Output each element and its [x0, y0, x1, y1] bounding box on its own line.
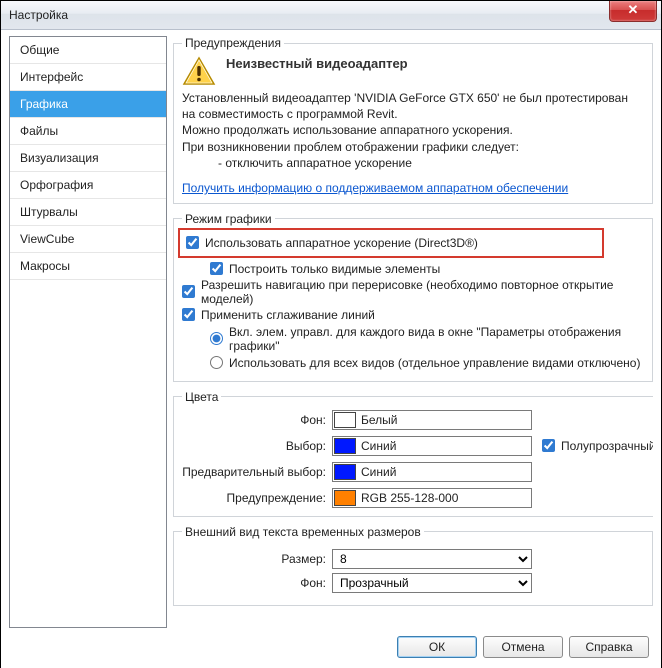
sidebar-item-macros[interactable]: Макросы: [10, 253, 166, 280]
aa-all-views-label: Использовать для всех видов (отдельное у…: [229, 356, 640, 370]
nav-redraw-checkbox[interactable]: [182, 285, 195, 298]
bg-color-label: Фон:: [182, 413, 332, 427]
temp-text-legend: Внешний вид текста временных размеров: [182, 525, 424, 539]
temp-text-group: Внешний вид текста временных размеров Ра…: [173, 525, 653, 606]
sidebar-item-steering[interactable]: Штурвалы: [10, 199, 166, 226]
supported-hardware-link[interactable]: Получить информацию о поддерживаемом апп…: [182, 181, 568, 195]
warning-icon: [182, 56, 216, 86]
colors-legend: Цвета: [182, 390, 221, 404]
semitransparent-checkbox[interactable]: [542, 439, 555, 452]
size-combo[interactable]: 8: [332, 549, 532, 569]
temp-bg-label: Фон:: [182, 576, 332, 590]
sidebar-item-files[interactable]: Файлы: [10, 118, 166, 145]
category-sidebar: Общие Интерфейс Графика Файлы Визуализац…: [9, 36, 167, 628]
sidebar-item-render[interactable]: Визуализация: [10, 145, 166, 172]
preselection-color-picker[interactable]: Синий: [332, 462, 532, 482]
help-button[interactable]: Справка: [569, 636, 649, 658]
nav-redraw-label: Разрешить навигацию при перерисовке (нео…: [201, 278, 644, 306]
dialog-footer: ОК Отмена Справка: [1, 630, 661, 668]
colors-group: Цвета Фон: Белый Выбор: Синий: [173, 390, 653, 517]
preselection-color-label: Предварительный выбор:: [182, 465, 332, 479]
sidebar-item-ui[interactable]: Интерфейс: [10, 64, 166, 91]
close-icon: ✕: [628, 2, 639, 17]
alert-color-swatch: [334, 490, 356, 506]
sidebar-item-graphics[interactable]: Графика: [10, 91, 166, 118]
size-label: Размер:: [182, 552, 332, 566]
hw-accel-highlight: Использовать аппаратное ускорение (Direc…: [178, 228, 604, 258]
antialias-label: Применить сглаживание линий: [201, 308, 375, 322]
settings-dialog: Настройка ✕ Общие Интерфейс Графика Файл…: [0, 0, 662, 668]
window-title: Настройка: [9, 8, 68, 22]
close-button[interactable]: ✕: [609, 1, 657, 22]
warning-text: Установленный видеоадаптер 'NVIDIA GeFor…: [182, 90, 644, 171]
warnings-group: Предупреждения Неизвестный видеоадапте: [173, 36, 653, 204]
bg-color-picker[interactable]: Белый: [332, 410, 532, 430]
hw-accel-checkbox[interactable]: [186, 236, 199, 249]
selection-color-label: Выбор:: [182, 439, 332, 453]
semitransparent-label: Полупрозрачный: [561, 439, 653, 453]
warnings-legend: Предупреждения: [182, 36, 284, 50]
preselection-color-swatch: [334, 464, 356, 480]
ok-button[interactable]: ОК: [397, 636, 477, 658]
cancel-button[interactable]: Отмена: [483, 636, 563, 658]
content-pane: Предупреждения Неизвестный видеоадапте: [173, 36, 653, 628]
sidebar-item-viewcube[interactable]: ViewCube: [10, 226, 166, 253]
aa-per-view-label: Вкл. элем. управл. для каждого вида в ок…: [229, 325, 644, 353]
selection-color-picker[interactable]: Синий: [332, 436, 532, 456]
alert-color-label: Предупреждение:: [182, 491, 332, 505]
aa-per-view-radio[interactable]: [210, 332, 223, 345]
aa-all-views-radio[interactable]: [210, 356, 223, 369]
titlebar: Настройка ✕: [1, 1, 661, 30]
hw-accel-label: Использовать аппаратное ускорение (Direc…: [205, 236, 478, 250]
graphics-mode-legend: Режим графики: [182, 212, 275, 226]
warning-title: Неизвестный видеоадаптер: [226, 56, 644, 71]
graphics-mode-group: Режим графики Использовать аппаратное ус…: [173, 212, 653, 382]
alert-color-picker[interactable]: RGB 255-128-000: [332, 488, 532, 508]
antialias-checkbox[interactable]: [182, 308, 195, 321]
bg-color-swatch: [334, 412, 356, 428]
visible-only-checkbox[interactable]: [210, 262, 223, 275]
sidebar-item-spelling[interactable]: Орфография: [10, 172, 166, 199]
visible-only-label: Построить только видимые элементы: [229, 262, 440, 276]
selection-color-swatch: [334, 438, 356, 454]
temp-bg-combo[interactable]: Прозрачный: [332, 573, 532, 593]
sidebar-item-general[interactable]: Общие: [10, 37, 166, 64]
